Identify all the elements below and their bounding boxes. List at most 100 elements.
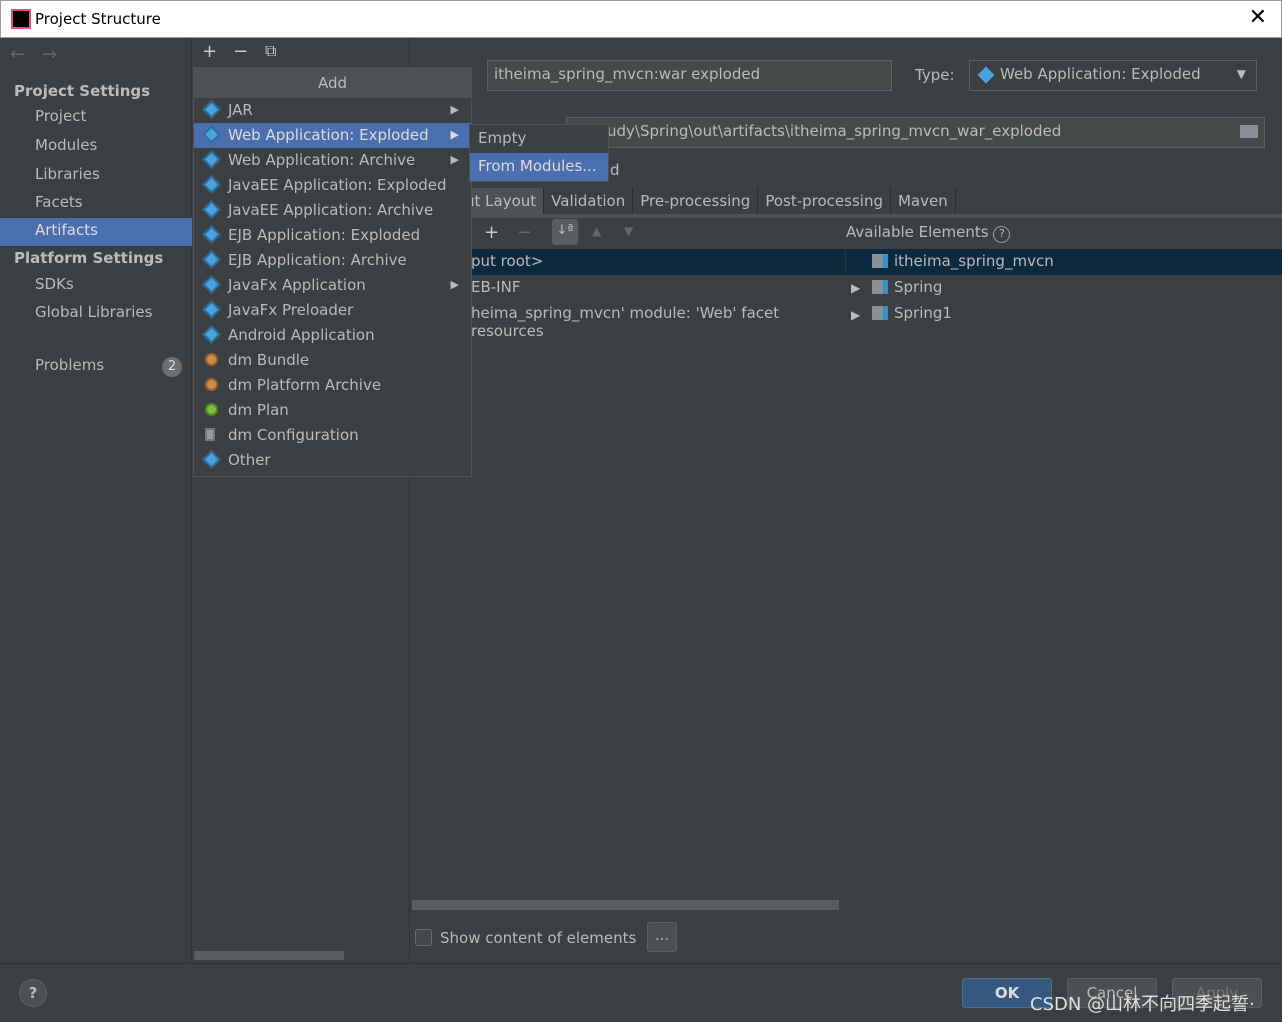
- menu-item-label: EJB Application: Exploded: [228, 226, 421, 244]
- expand-spring1-icon[interactable]: ▶: [851, 308, 860, 322]
- move-down-icon[interactable]: ▼: [624, 224, 633, 238]
- available-elements-label: Available Elements ?: [846, 223, 1011, 243]
- sidebar-item-artifacts[interactable]: Artifacts: [0, 218, 192, 246]
- tree-row-web-inf[interactable]: EB-INF: [471, 275, 846, 301]
- output-directory-value: udy\Spring\out\artifacts\itheima_spring_…: [607, 122, 1062, 140]
- submenu-arrow-icon: ▶: [450, 103, 459, 116]
- output-layout-tree: put root> EB-INF heima_spring_mvcn' modu…: [471, 249, 846, 340]
- move-up-icon[interactable]: ▲: [592, 224, 601, 238]
- show-content-label: Show content of elements: [440, 929, 637, 947]
- menu-item-label: EJB Application: Archive: [228, 251, 407, 269]
- tab-validation[interactable]: Validation: [544, 188, 634, 214]
- sidebar-item-problems[interactable]: Problems 2: [0, 353, 192, 381]
- menu-item-ejb-application-archive[interactable]: EJB Application: Archive: [194, 248, 471, 273]
- intellij-logo-icon: [11, 9, 31, 29]
- tree-divider: [845, 249, 846, 275]
- tree-row-output-root[interactable]: put root>: [471, 249, 846, 275]
- tree-row-module[interactable]: itheima_spring_mvcn: [872, 249, 1272, 275]
- artifact-name-input[interactable]: itheima_spring_mvcn:war exploded: [487, 60, 892, 91]
- web-artifact-icon: [977, 66, 995, 84]
- tab-maven[interactable]: Maven: [891, 188, 956, 214]
- close-icon[interactable]: ✕: [1249, 5, 1267, 30]
- output-directory-input[interactable]: udy\Spring\out\artifacts\itheima_spring_…: [566, 117, 1265, 148]
- copy-icon[interactable]: ⧉: [265, 41, 276, 61]
- type-value: Web Application: Exploded: [1000, 65, 1201, 83]
- type-dropdown[interactable]: Web Application: Exploded ▼: [969, 60, 1257, 91]
- android-icon: [202, 325, 221, 344]
- sidebar-item-facets[interactable]: Facets: [0, 190, 192, 218]
- add-element-icon[interactable]: +: [484, 222, 499, 243]
- menu-item-javaee-application-archive[interactable]: JavaEE Application: Archive: [194, 198, 471, 223]
- sidebar-item-sdks[interactable]: SDKs: [0, 272, 192, 300]
- artifact-icon: [202, 100, 221, 119]
- menu-item-jar[interactable]: JAR ▶: [194, 98, 471, 123]
- module-label: itheima_spring_mvcn: [894, 252, 1054, 270]
- horizontal-scrollbar[interactable]: [194, 951, 344, 960]
- web-exploded-submenu: Empty From Modules...: [469, 124, 609, 182]
- tab-pre-processing[interactable]: Pre-processing: [633, 188, 759, 214]
- menu-item-label: dm Plan: [228, 401, 289, 419]
- tree-row-spring1[interactable]: Spring1: [872, 301, 1272, 327]
- sidebar-item-libraries[interactable]: Libraries: [0, 162, 192, 190]
- help-icon[interactable]: ?: [993, 226, 1011, 243]
- problems-count-badge: 2: [162, 357, 182, 377]
- menu-item-javafx-application[interactable]: JavaFx Application ▶: [194, 273, 471, 298]
- platform-settings-header: Platform Settings: [14, 249, 164, 267]
- javaee-icon: [202, 175, 221, 194]
- add-menu-title: Add: [194, 68, 471, 98]
- type-label: Type:: [915, 66, 955, 84]
- menu-item-dm-platform-archive[interactable]: dm Platform Archive: [194, 373, 471, 398]
- include-label-partial: d: [610, 161, 620, 179]
- menu-item-web-application-archive[interactable]: Web Application: Archive ▶: [194, 148, 471, 173]
- sidebar-item-modules[interactable]: Modules: [0, 133, 192, 161]
- submenu-arrow-icon: ▶: [450, 278, 459, 291]
- menu-item-android-application[interactable]: Android Application: [194, 323, 471, 348]
- menu-item-label: dm Configuration: [228, 426, 359, 444]
- ejb-icon: [202, 250, 221, 269]
- menu-item-other[interactable]: Other: [194, 448, 471, 473]
- menu-item-label: Web Application: Exploded: [228, 126, 429, 144]
- submenu-arrow-icon: ▶: [450, 128, 459, 141]
- expand-spring-icon[interactable]: ▶: [851, 281, 860, 295]
- menu-item-dm-bundle[interactable]: dm Bundle: [194, 348, 471, 373]
- menu-item-ejb-application-exploded[interactable]: EJB Application: Exploded: [194, 223, 471, 248]
- add-icon[interactable]: +: [202, 41, 217, 62]
- show-content-checkbox[interactable]: [415, 929, 432, 946]
- available-elements-tree: itheima_spring_mvcn Spring Spring1: [872, 249, 1272, 327]
- tree-row-facet-resources[interactable]: heima_spring_mvcn' module: 'Web' facet r…: [471, 301, 846, 340]
- menu-item-label: JavaFx Application: [228, 276, 366, 294]
- tree-row-spring[interactable]: Spring: [872, 275, 1272, 301]
- menu-item-from-modules[interactable]: From Modules...: [470, 153, 608, 181]
- menu-item-dm-plan[interactable]: dm Plan: [194, 398, 471, 423]
- menu-item-javafx-preloader[interactable]: JavaFx Preloader: [194, 298, 471, 323]
- menu-item-label: Other: [228, 451, 271, 469]
- remove-icon[interactable]: −: [233, 41, 248, 62]
- menu-item-label: Web Application: Archive: [228, 151, 416, 169]
- tab-post-processing[interactable]: Post-processing: [758, 188, 891, 214]
- more-options-button[interactable]: ...: [647, 922, 677, 952]
- menu-item-label: JavaEE Application: Exploded: [228, 176, 447, 194]
- menu-item-dm-configuration[interactable]: dm Configuration: [194, 423, 471, 448]
- spring1-label: Spring1: [894, 304, 952, 322]
- sort-alphabetically-icon[interactable]: ↓ª: [552, 219, 578, 245]
- menu-item-javaee-application-exploded[interactable]: JavaEE Application: Exploded: [194, 173, 471, 198]
- menu-item-empty[interactable]: Empty: [470, 125, 608, 153]
- folder-icon[interactable]: [1240, 125, 1258, 138]
- module-folder-icon: [872, 254, 888, 268]
- menu-item-label: dm Platform Archive: [228, 376, 382, 394]
- back-arrow-icon[interactable]: ←: [10, 44, 25, 65]
- add-popup-menu: Add JAR ▶ Web Application: Exploded ▶ Web Ap…: [193, 67, 472, 477]
- forward-arrow-icon[interactable]: →: [42, 44, 57, 65]
- title-bar: Project Structure ✕: [0, 0, 1282, 38]
- horizontal-scrollbar[interactable]: [412, 900, 839, 910]
- sidebar-item-global-libraries[interactable]: Global Libraries: [0, 300, 192, 328]
- dm-config-icon: [205, 428, 215, 441]
- problems-label: Problems: [35, 356, 105, 374]
- remove-element-icon[interactable]: −: [517, 222, 532, 243]
- help-button[interactable]: ?: [19, 979, 47, 1007]
- sidebar-item-project[interactable]: Project: [0, 104, 192, 132]
- module-folder-icon: [872, 306, 888, 320]
- menu-item-web-application-exploded[interactable]: Web Application: Exploded ▶: [194, 123, 471, 148]
- menu-item-label: JAR: [228, 101, 253, 119]
- project-settings-header: Project Settings: [14, 82, 151, 100]
